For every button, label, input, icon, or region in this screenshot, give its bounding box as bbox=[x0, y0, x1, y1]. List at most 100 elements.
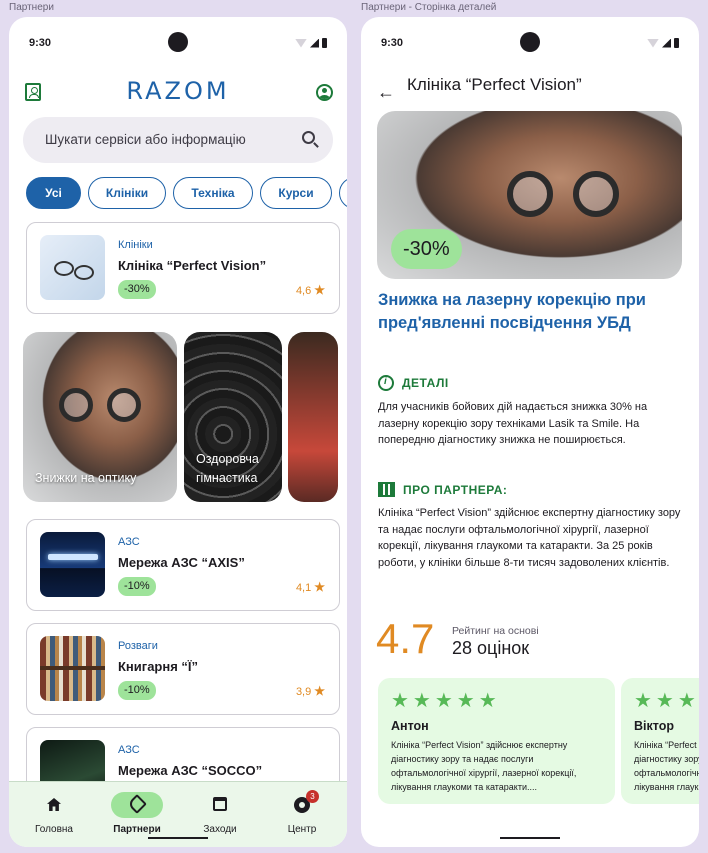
calendar-icon bbox=[213, 797, 227, 811]
card-category: АЗС bbox=[118, 536, 140, 548]
trial-frame-lens bbox=[107, 388, 141, 422]
card-rating: 3,9 ★ bbox=[296, 684, 325, 698]
app-logo: RAZOM bbox=[126, 77, 230, 105]
status-icons bbox=[647, 38, 679, 48]
review-author: Віктор bbox=[634, 719, 674, 733]
review-text: Клініка “Perfect Vision” здійснює експер… bbox=[634, 740, 699, 792]
card-title: Мережа АЗС “AXIS” bbox=[118, 555, 245, 570]
camera-cutout bbox=[168, 32, 188, 52]
card-rating: 4,6 ★ bbox=[296, 283, 325, 297]
wifi-icon bbox=[295, 38, 307, 48]
card-title: Книгарня “Ї” bbox=[118, 659, 198, 674]
details-heading-text: ДЕТАЛІ bbox=[402, 376, 449, 390]
signal-icon bbox=[310, 38, 319, 48]
glasses-thumbnail bbox=[40, 235, 105, 300]
app-header: RAZOM bbox=[9, 75, 347, 115]
rating-value: 3,9 bbox=[295, 686, 312, 698]
discount-badge: -30% bbox=[391, 229, 462, 269]
nav-label: Заходи bbox=[203, 824, 237, 835]
status-icons bbox=[295, 38, 327, 48]
card-category: Розваги bbox=[118, 640, 158, 652]
chip-more[interactable] bbox=[339, 177, 347, 209]
promo-tile[interactable]: Знижки на оптику bbox=[23, 332, 177, 502]
search-placeholder: Шукати сервіси або інформацію bbox=[45, 132, 246, 147]
promo-label: Оздоровча гімнастика bbox=[196, 452, 259, 485]
battery-icon bbox=[674, 38, 679, 48]
gas-station-thumbnail bbox=[40, 532, 105, 597]
rating-score: 4.7 bbox=[376, 615, 435, 662]
search-bar[interactable]: Шукати сервіси або інформацію bbox=[23, 117, 333, 163]
card-title: Мережа АЗС “SOCCO” bbox=[118, 763, 263, 778]
tag-icon-wrap bbox=[111, 792, 163, 818]
chip-courses[interactable]: Курси bbox=[260, 177, 332, 209]
star-rating: ★★★★★ bbox=[634, 690, 699, 712]
card-category: АЗС bbox=[118, 744, 140, 756]
partner-details-screen: 9:30 ← Клініка “Perfect Vision” -30% Зни… bbox=[361, 17, 699, 847]
bottom-navigation: Головна Партнери Заходи 3 Центр bbox=[9, 781, 347, 847]
nav-label: Головна bbox=[35, 824, 73, 835]
hero-image: -30% bbox=[377, 111, 682, 279]
partner-card[interactable]: Розваги Книгарня “Ї” -10% 3,9 ★ bbox=[26, 623, 340, 715]
signal-icon bbox=[662, 38, 671, 48]
info-icon bbox=[378, 375, 394, 391]
discount-badge: -10% bbox=[118, 577, 156, 596]
promo-tile[interactable]: Оздоровча гімнастика bbox=[184, 332, 282, 502]
home-indicator bbox=[148, 837, 208, 839]
nav-label: Центр bbox=[287, 824, 317, 835]
chip-clinics[interactable]: Клініки bbox=[88, 177, 166, 209]
card-rating: 4,1 ★ bbox=[296, 580, 325, 594]
profile-icon[interactable] bbox=[316, 84, 333, 101]
trial-frame-lens bbox=[59, 388, 93, 422]
back-arrow-icon[interactable]: ← bbox=[377, 82, 395, 103]
review-text: Клініка “Perfect Vision” здійснює експер… bbox=[391, 740, 577, 792]
star-icon: ★ bbox=[314, 580, 325, 594]
partner-heading-text: ПРО ПАРТНЕРА: bbox=[403, 482, 508, 497]
status-time: 9:30 bbox=[29, 37, 52, 49]
partner-card[interactable]: Клініки Клініка “Perfect Vision” -30% 4,… bbox=[26, 222, 340, 314]
promo-tile[interactable] bbox=[288, 332, 338, 502]
nav-home[interactable]: Головна bbox=[22, 792, 86, 835]
page-title: Клініка “Perfect Vision” bbox=[407, 75, 582, 94]
tag-icon bbox=[127, 794, 147, 814]
building-icon bbox=[378, 482, 395, 497]
details-text: Для учасників бойових дій надається зниж… bbox=[378, 401, 648, 446]
promo-label: Знижки на оптику bbox=[35, 471, 137, 485]
nav-events[interactable]: Заходи bbox=[188, 792, 252, 835]
nav-label: Партнери bbox=[113, 824, 161, 835]
frame-label-partner-details: Партнери - Сторінка деталей bbox=[361, 2, 497, 13]
status-bar: 9:30 bbox=[361, 32, 699, 63]
status-time: 9:30 bbox=[381, 37, 404, 49]
chip-all[interactable]: Усі bbox=[26, 177, 81, 209]
star-rating: ★★★★★ bbox=[391, 690, 501, 712]
review-card[interactable]: ★★★★★ Антон Клініка “Perfect Vision” зді… bbox=[378, 678, 615, 804]
partners-screen: 9:30 RAZOM Шукати сервіси або інформацію… bbox=[9, 17, 347, 847]
home-icon bbox=[47, 798, 61, 811]
promo-carousel[interactable]: Знижки на оптику Оздоровча гімнастика bbox=[23, 332, 347, 502]
category-chips: Усі Клініки Техніка Курси bbox=[26, 177, 347, 209]
discount-badge: -10% bbox=[118, 681, 156, 700]
nav-partners[interactable]: Партнери bbox=[105, 792, 169, 835]
trial-frame-lens bbox=[507, 171, 553, 217]
rating-value: 4,1 bbox=[295, 582, 312, 594]
status-bar: 9:30 bbox=[9, 32, 347, 63]
rating-count: 28 оцінок bbox=[452, 638, 530, 658]
center-icon-wrap: 3 bbox=[276, 790, 328, 818]
trial-frame-lens bbox=[573, 171, 619, 217]
offer-title: Знижка на лазерну корекцію при пред'явле… bbox=[378, 291, 646, 332]
partner-text: Клініка “Perfect Vision” здійснює експер… bbox=[378, 507, 681, 569]
partner-card[interactable]: АЗС Мережа АЗС “AXIS” -10% 4,1 ★ bbox=[26, 519, 340, 611]
nav-center[interactable]: 3 Центр bbox=[270, 790, 334, 835]
rating-caption: Рейтинг на основі bbox=[452, 625, 539, 637]
review-author: Антон bbox=[391, 719, 429, 733]
camera-cutout bbox=[520, 32, 540, 52]
bookstore-thumbnail bbox=[40, 636, 105, 701]
chip-tech[interactable]: Техніка bbox=[173, 177, 253, 209]
rating-value: 4,6 bbox=[295, 285, 312, 297]
search-icon[interactable] bbox=[302, 131, 315, 144]
partner-heading: ПРО ПАРТНЕРА: bbox=[378, 482, 507, 497]
star-icon: ★ bbox=[314, 684, 325, 698]
frame-label-partners: Партнери bbox=[9, 2, 54, 13]
review-card[interactable]: ★★★★★ Віктор Клініка “Perfect Vision” зд… bbox=[621, 678, 699, 804]
discount-badge: -30% bbox=[118, 280, 156, 299]
calendar-icon-wrap bbox=[194, 792, 246, 818]
